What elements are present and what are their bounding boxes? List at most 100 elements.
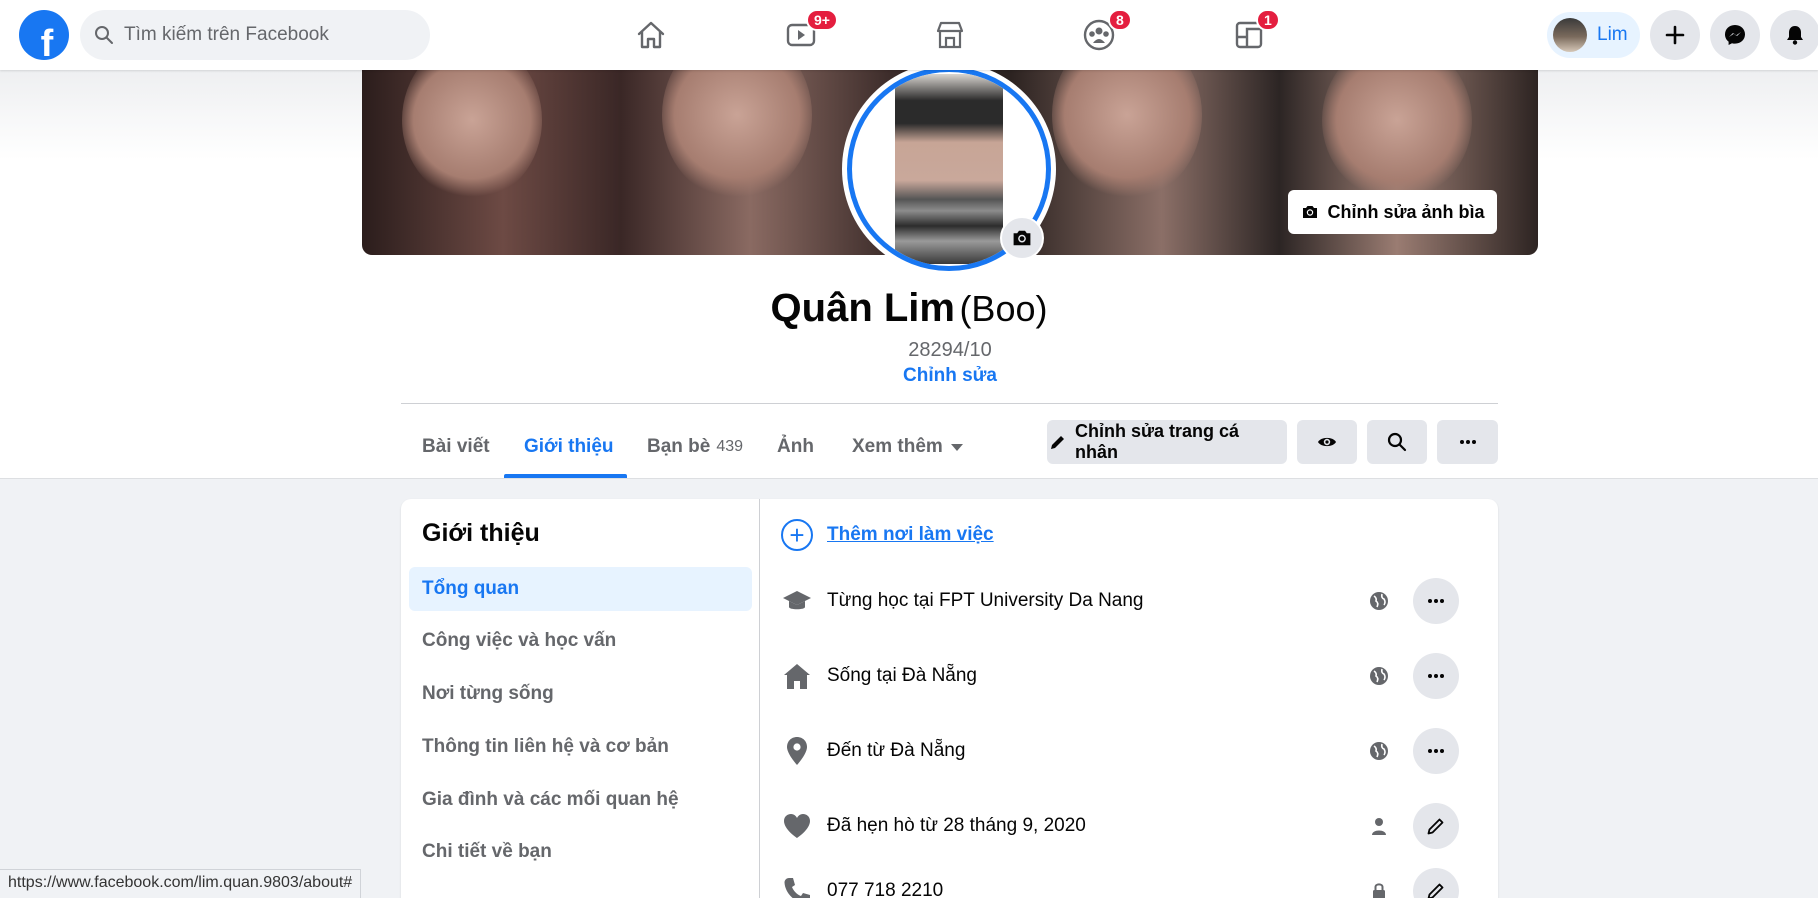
facebook-logo[interactable]: f	[19, 10, 69, 60]
store-icon	[936, 21, 964, 49]
row-more-button[interactable]	[1413, 728, 1459, 774]
plus-circle-icon: +	[781, 519, 813, 551]
person-icon	[1372, 818, 1386, 835]
notification-badge: 1	[1256, 9, 1280, 31]
profile-header: Chỉnh sửa ảnh bìa Quân Lim (Boo) 28294/1…	[0, 62, 1818, 479]
about-section-details[interactable]: Chi tiết về bạn	[409, 830, 752, 874]
tab-posts[interactable]: Bài viết	[402, 416, 510, 478]
notification-badge: 8	[1108, 9, 1132, 31]
tab-label: Ảnh	[777, 436, 814, 457]
about-row-text: 077 718 2210	[827, 880, 944, 898]
bell-icon	[1787, 26, 1803, 45]
about-section-contact-basic-info[interactable]: Thông tin liên hệ và cơ bản	[409, 725, 752, 769]
profile-name-line: Quân Lim (Boo)	[0, 286, 1818, 331]
add-workplace-link[interactable]: + Thêm nơi làm việc	[781, 519, 994, 551]
nav-tab-groups[interactable]: 8	[1044, 0, 1154, 70]
profile-photo	[895, 74, 1003, 264]
search-icon	[95, 26, 113, 44]
notification-badge: 9+	[806, 9, 838, 31]
search-profile-button[interactable]	[1367, 420, 1427, 464]
about-row-education: Từng học tại FPT University Da Nang	[781, 578, 1481, 624]
tab-about[interactable]: Giới thiệu	[504, 416, 634, 478]
tab-label: Xem thêm	[852, 436, 943, 457]
active-tab-indicator	[504, 474, 627, 478]
pencil-icon	[1051, 436, 1064, 449]
more-icon	[1428, 749, 1444, 753]
lock-icon	[1373, 883, 1385, 898]
heart-icon	[784, 814, 810, 838]
profile-name: Quân Lim	[770, 286, 955, 330]
row-more-button[interactable]	[1413, 653, 1459, 699]
home-icon	[637, 21, 665, 49]
tab-friends[interactable]: Bạn bè 439	[627, 416, 763, 478]
profile-alt-name: (Boo)	[959, 288, 1048, 329]
top-navigation-bar: f 9+ 8 1 Lim	[0, 0, 1818, 70]
search-icon	[1387, 432, 1407, 452]
cover-face	[662, 70, 812, 200]
nav-tab-watch[interactable]: 9+	[746, 0, 856, 70]
nav-tab-marketplace[interactable]	[895, 0, 1005, 70]
camera-icon	[1013, 230, 1031, 246]
edit-cover-label: Chỉnh sửa ảnh bìa	[1327, 201, 1485, 222]
eye-icon	[1318, 437, 1336, 447]
edit-row-button[interactable]	[1413, 868, 1459, 898]
search-input[interactable]	[124, 24, 414, 46]
avatar	[1553, 18, 1587, 52]
about-row-phone: 077 718 2210	[781, 868, 1481, 898]
tab-label: Bài viết	[422, 436, 490, 457]
tab-more[interactable]: Xem thêm	[832, 416, 983, 478]
location-pin-icon	[787, 737, 807, 765]
globe-icon	[1370, 592, 1388, 610]
about-section-work-education[interactable]: Công việc và học vấn	[409, 619, 752, 663]
pencil-icon	[1427, 883, 1444, 898]
more-icon	[1428, 599, 1444, 603]
edit-cover-button[interactable]: Chỉnh sửa ảnh bìa	[1288, 190, 1497, 234]
plus-icon	[1665, 25, 1685, 45]
about-sidebar: Giới thiệu Tổng quan Công việc và học vấ…	[401, 499, 760, 898]
globe-icon	[1370, 667, 1388, 685]
profile-chip[interactable]: Lim	[1547, 12, 1640, 58]
edit-profile-button[interactable]: Chỉnh sửa trang cá nhân	[1047, 420, 1287, 464]
row-more-button[interactable]	[1413, 578, 1459, 624]
notifications-button[interactable]	[1770, 10, 1818, 60]
nav-tab-gaming[interactable]: 1	[1194, 0, 1304, 70]
about-section-family-relationships[interactable]: Gia đình và các mối quan hệ	[409, 778, 752, 822]
more-icon	[1428, 674, 1444, 678]
about-row-text: Đã hẹn hò từ 28 tháng 9, 2020	[827, 815, 1086, 836]
messenger-button[interactable]	[1710, 10, 1760, 60]
edit-row-button[interactable]	[1413, 803, 1459, 849]
pencil-icon	[1427, 818, 1444, 835]
profile-bio: 28294/10	[908, 339, 992, 361]
globe-icon	[1370, 742, 1388, 760]
graduation-cap-icon	[783, 591, 811, 610]
about-section-overview[interactable]: Tổng quan	[409, 567, 752, 611]
more-icon	[1459, 440, 1476, 444]
divider	[401, 403, 1498, 404]
edit-profile-label: Chỉnh sửa trang cá nhân	[1075, 421, 1240, 462]
about-row-text: Từng học tại FPT University Da Nang	[827, 590, 1144, 611]
chevron-down-icon	[950, 443, 963, 451]
cover-face	[402, 70, 542, 200]
cover-face	[1052, 70, 1202, 200]
view-as-button[interactable]	[1297, 420, 1357, 464]
about-row-relationship: Đã hẹn hò từ 28 tháng 9, 2020	[781, 803, 1481, 849]
add-workplace-label: Thêm nơi làm việc	[827, 524, 994, 545]
friend-count: 439	[716, 438, 744, 455]
browser-status-url: https://www.facebook.com/lim.quan.9803/a…	[0, 869, 362, 898]
about-row-hometown: Đến từ Đà Nẵng	[781, 728, 1481, 774]
about-section-places-lived[interactable]: Nơi từng sống	[409, 672, 752, 716]
update-profile-picture-button[interactable]	[1000, 216, 1044, 260]
tab-photos[interactable]: Ảnh	[757, 416, 834, 478]
profile-chip-name: Lim	[1597, 24, 1628, 45]
about-row-text: Sống tại Đà Nẵng	[827, 665, 977, 686]
more-options-button[interactable]	[1437, 420, 1498, 464]
messenger-icon	[1725, 25, 1745, 45]
about-title: Giới thiệu	[422, 519, 540, 547]
create-button[interactable]	[1650, 10, 1700, 60]
nav-tab-home[interactable]	[596, 0, 706, 70]
house-icon	[784, 664, 810, 689]
search-box[interactable]	[80, 10, 430, 60]
cover-face	[1322, 70, 1472, 200]
edit-bio-link[interactable]: Chỉnh sửa	[0, 365, 1818, 387]
tab-label: Giới thiệu	[524, 436, 614, 457]
